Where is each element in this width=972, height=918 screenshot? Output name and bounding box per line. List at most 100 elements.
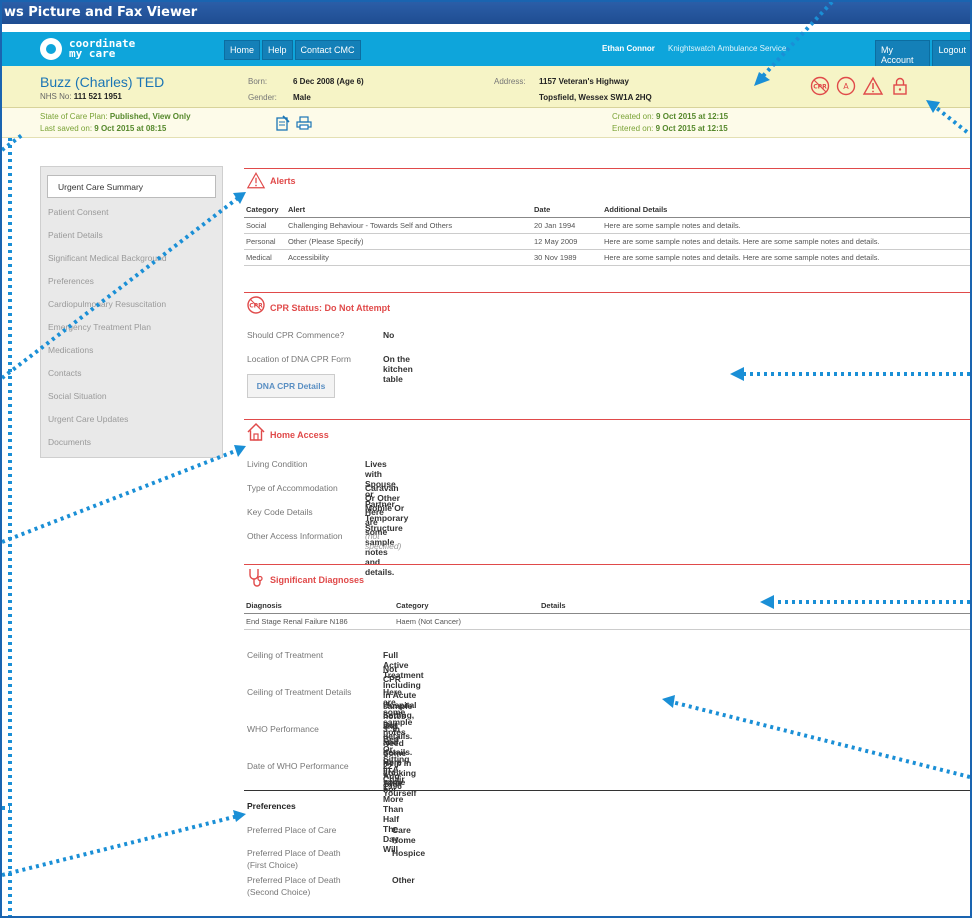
gender-label: Gender: [248,93,277,102]
alerts-table: Category Alert Date Additional Details S… [244,202,970,266]
living-condition-label: Living Condition [247,459,308,469]
preferred-death-second-label: Preferred Place of Death [247,875,341,885]
alert-icons: CPR A [810,76,910,96]
preferred-death-first-sub: (First Choice) [247,860,299,870]
top-navbar: coordinate my care Home Help Contact CMC… [2,32,970,70]
col-diag-details: Details [539,598,970,614]
created-value: 9 Oct 2015 at 12:15 [656,112,729,121]
user-name: Ethan Connor [602,44,655,53]
nhs-number: 111 521 1951 [73,92,122,101]
saved-value: 9 Oct 2015 at 08:15 [94,124,167,133]
sidebar-item-contacts[interactable]: Contacts [41,362,222,385]
key-code-label: Key Code Details [247,507,313,517]
cmc-logo[interactable]: coordinate my care [40,38,135,60]
state-value: Published, View Only [109,112,191,121]
col-additional-details: Additional Details [602,202,970,218]
cpr-commence-value: No [383,330,395,340]
cpr-section: CPR CPR Status: Do Not Attempt Should CP… [244,292,970,412]
born-value: 6 Dec 2008 (Age 6) [293,77,364,86]
dna-cpr-details-button[interactable]: DNA CPR Details [247,374,335,398]
col-category: Category [244,202,286,218]
col-diag-category: Category [394,598,539,614]
sidebar-item-urgent-care-updates[interactable]: Urgent Care Updates [41,408,222,431]
stethoscope-icon [249,569,263,587]
sidebar-item-significant-medical-background[interactable]: Significant Medical Background [41,247,222,270]
other-access-label: Other Access Information [247,531,343,541]
edit-document-icon[interactable] [276,115,290,131]
sidebar: Urgent Care Summary Patient Consent Pati… [40,166,223,458]
warning-triangle-icon[interactable] [862,76,884,96]
who-performance-label: WHO Performance [247,724,319,734]
sidebar-item-patient-details[interactable]: Patient Details [41,224,222,247]
accommodation-label: Type of Accommodation [247,483,338,493]
sidebar-item-cpr[interactable]: Cardiopulmonary Resuscitation [41,293,222,316]
cpr-commence-label: Should CPR Commence? [247,330,345,340]
who-date-label: Date of WHO Performance [247,761,349,771]
ceiling-value-line2: Not CPR [383,664,401,684]
address-line2: Topsfield, Wessex SW1A 2HQ [539,93,652,102]
nhs-label: NHS No: [40,92,72,101]
cpr-icon-text: CPR [249,303,263,310]
col-diagnosis: Diagnosis [244,598,394,614]
accessibility-alert-icon[interactable]: A [836,76,856,96]
col-alert: Alert [286,202,532,218]
who-date-value: 22 Aug 1996 [383,761,402,791]
preferred-death-first-label: Preferred Place of Death [247,848,341,858]
logo-circle-icon [40,38,62,60]
contact-cmc-button[interactable]: Contact CMC [294,40,361,60]
cpr-title: CPR Status: Do Not Attempt [270,303,391,313]
sidebar-item-social-situation[interactable]: Social Situation [41,385,222,408]
table-row[interactable]: Social Challenging Behaviour - Towards Se… [244,217,970,234]
table-row[interactable]: Personal Other (Please Specify) 12 May 200… [244,233,970,250]
gender-value: Male [293,93,311,102]
care-plan-status-bar: State of Care Plan: Published, View Only… [2,108,970,138]
table-row[interactable]: Medical Accessibility 30 Nov 1989 Here are … [244,249,970,266]
home-button[interactable]: Home [224,40,261,60]
other-access-value: (not specified) [365,531,402,551]
lock-icon[interactable] [890,76,910,96]
preferred-care-value: Care Home [392,825,416,845]
dna-cpr-location-label: Location of DNA CPR Form [247,354,351,364]
address-line1: 1157 Veteran's Highway [539,77,629,86]
callout-arrow-preferences [2,814,239,877]
sidebar-item-preferences[interactable]: Preferences [41,270,222,293]
svg-text:A: A [843,82,849,91]
col-date: Date [532,202,602,218]
cpr-status-icon[interactable]: CPR [810,76,830,96]
address-label: Address: [494,77,526,86]
ceiling-label: Ceiling of Treatment [247,650,324,660]
preferences-title: Preferences [247,801,296,811]
born-label: Born: [248,77,268,86]
entered-value: 9 Oct 2015 at 12:15 [655,124,728,133]
preferred-death-second-sub: (Second Choice) [247,887,311,897]
preferred-death-second-value: Other [392,875,415,885]
help-button[interactable]: Help [262,40,293,60]
preferences-section: Preferences Preferred Place of Care Care … [244,790,970,910]
user-organisation: Knightswatch Ambulance Service [668,44,787,53]
saved-label: Last saved on: [40,124,93,133]
created-label: Created on: [612,112,654,121]
sidebar-item-emergency-treatment-plan[interactable]: Emergency Treatment Plan [41,316,222,339]
home-access-section: Home Access Living Condition Lives with S… [244,419,970,577]
patient-name: Buzz (Charles) TED [40,74,165,90]
print-icon[interactable] [296,116,312,130]
table-row[interactable]: End Stage Renal Failure N186 Haem (Not Ca… [244,613,970,630]
viewer-frame: ws Picture and Fax Viewer coordinate my … [0,0,972,918]
diagnoses-table: Diagnosis Category Details End Stage Ren… [244,598,970,630]
callout-arrow-home [2,448,239,544]
cpr-status-icon: CPR [247,296,265,314]
warning-triangle-icon [246,172,266,189]
alerts-section: Alerts Category Alert Date Additional De… [244,168,970,266]
sidebar-item-documents[interactable]: Documents [41,431,222,454]
sidebar-item-medications[interactable]: Medications [41,339,222,362]
preferred-care-label: Preferred Place of Care [247,825,337,835]
svg-text:CPR: CPR [813,84,827,91]
alerts-title: Alerts [270,176,296,186]
home-access-title: Home Access [270,430,329,440]
sidebar-item-urgent-care-summary[interactable]: Urgent Care Summary [47,175,216,198]
sidebar-item-patient-consent[interactable]: Patient Consent [41,201,222,224]
logo-line2: my care [69,47,116,60]
entered-label: Entered on: [612,124,654,133]
patient-banner: Buzz (Charles) TED NHS No: 111 521 1951 … [2,66,970,108]
state-label: State of Care Plan: [40,112,108,121]
